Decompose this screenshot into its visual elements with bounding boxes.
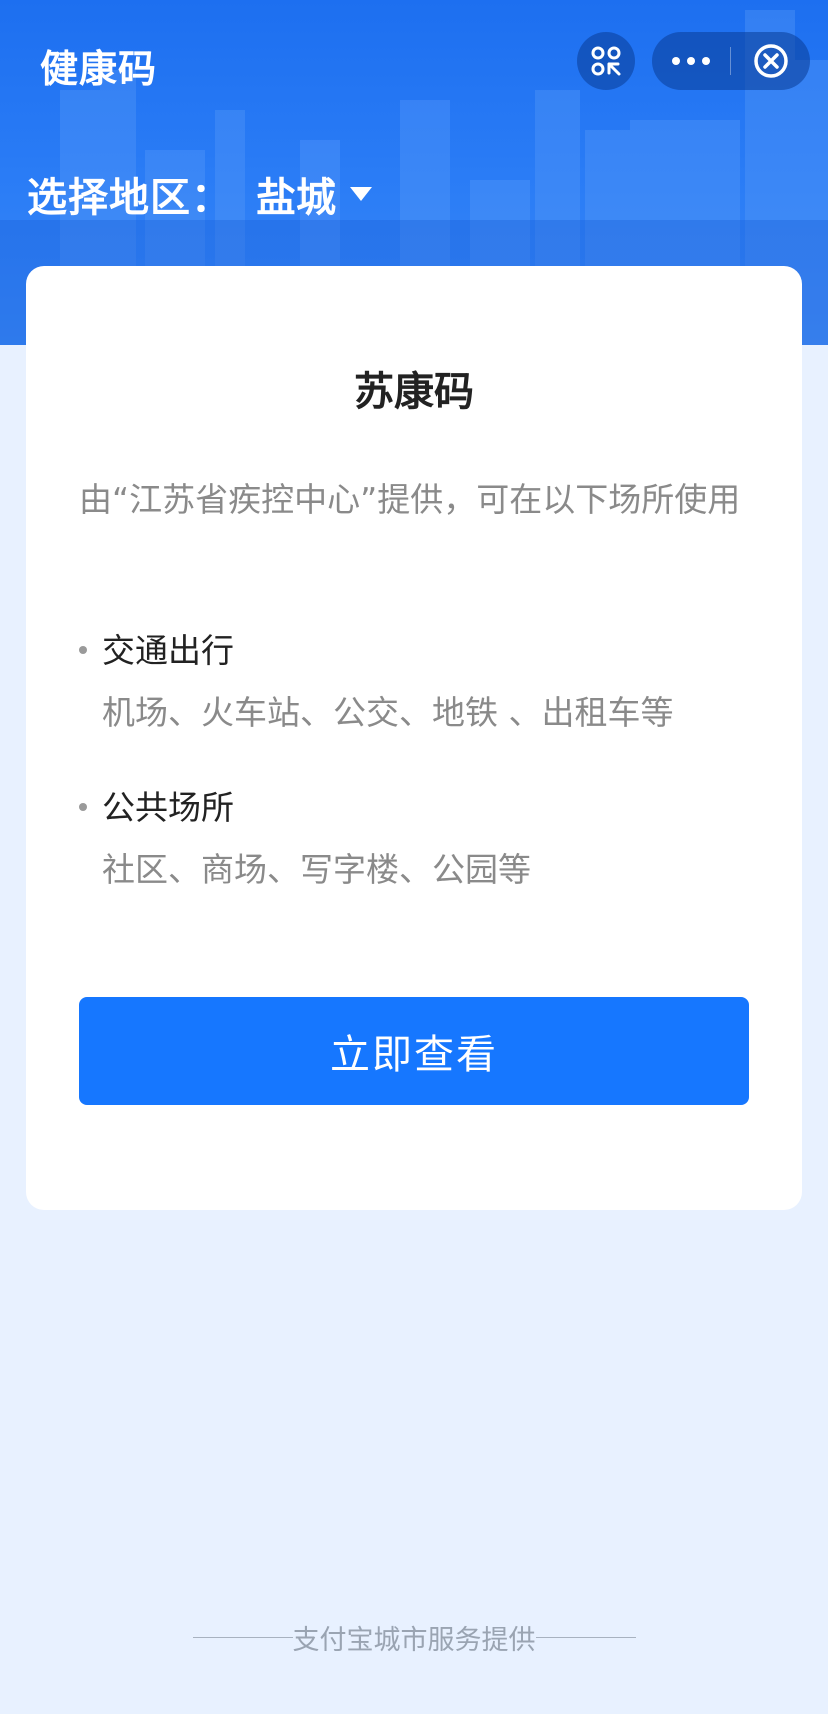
bullet-dot xyxy=(79,803,87,811)
card-title: 苏康码 xyxy=(354,369,474,415)
section-detail: 机场、火车站、公交、地铁 、出租车等 xyxy=(102,693,674,732)
region-dropdown[interactable]: 盐城 xyxy=(256,165,372,223)
footer-line-right xyxy=(535,1637,636,1638)
more-dots-icon xyxy=(672,57,710,65)
region-value: 盐城 xyxy=(256,175,336,221)
capsule-divider xyxy=(730,47,731,75)
mini-program-scan-icon xyxy=(591,46,621,76)
section-heading: 交通出行 xyxy=(102,631,234,670)
region-selector-row: 选择地区： 盐城 xyxy=(27,166,372,222)
health-code-card: 苏康码 由“江苏省疾控中心”提供，可在以下场所使用 交通出行 机场、火车站、公交… xyxy=(26,266,802,1210)
scan-button[interactable] xyxy=(577,32,635,90)
footer-text: 支付宝城市服务提供 xyxy=(292,1625,536,1656)
more-button[interactable] xyxy=(652,32,730,90)
section-detail: 社区、商场、写字楼、公园等 xyxy=(102,850,531,889)
region-label: 选择地区： xyxy=(27,175,232,221)
caret-down-icon xyxy=(350,187,372,201)
bullet-dot xyxy=(79,646,87,654)
section-heading: 公共场所 xyxy=(102,788,234,827)
app-title: 健康码 xyxy=(40,47,158,91)
page: 健康码 选择地区： 盐城 苏康码 由“江苏省疾控中心”提供，可在以下场所使用 交… xyxy=(0,0,828,1714)
card-description: 由“江苏省疾控中心”提供，可在以下场所使用 xyxy=(79,480,741,519)
view-now-button[interactable]: 立即查看 xyxy=(79,997,749,1105)
footer-line-left xyxy=(192,1637,293,1638)
close-button[interactable] xyxy=(732,32,810,90)
close-circle-icon xyxy=(754,44,788,78)
capsule-menu xyxy=(652,32,810,90)
footer-credit: 支付宝城市服务提供 xyxy=(0,1618,828,1657)
